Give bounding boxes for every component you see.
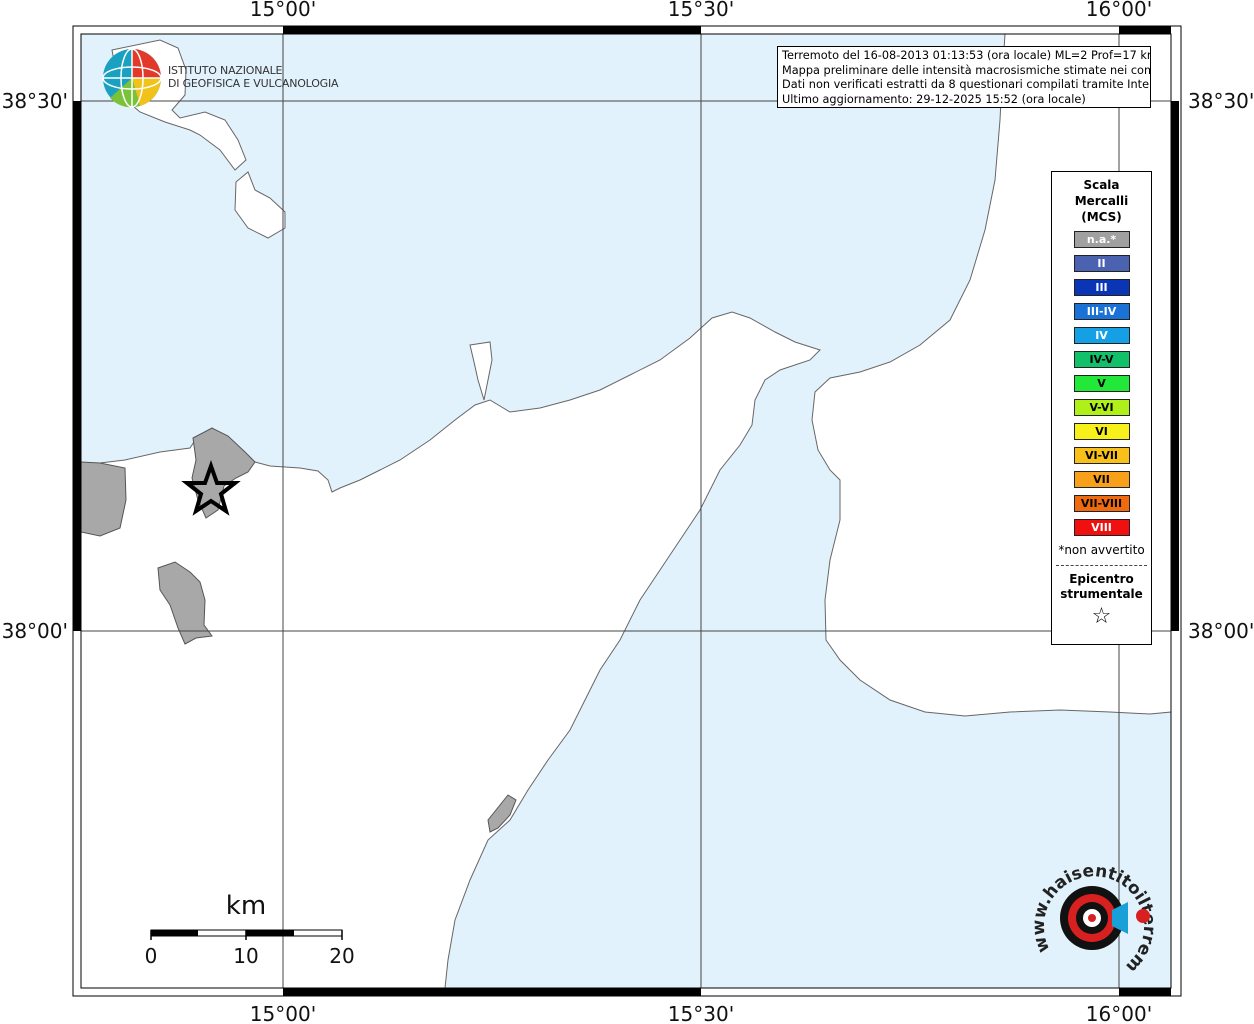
legend-title-2: Mercalli	[1074, 194, 1129, 208]
label-left-38-30: 38°30'	[2, 89, 68, 113]
label-right-38-00: 38°00'	[1188, 619, 1254, 643]
ingv-logo-icon	[102, 48, 162, 108]
info-line-1: Terremoto del 16-08-2013 01:13:53 (ora l…	[782, 49, 1151, 62]
legend-swatches: n.a.* II III III-IV IV IV-V V V-VI VI VI-VII VII VI…	[1052, 231, 1151, 536]
star-icon: ☆	[1091, 604, 1112, 629]
legend-swatch-ii: II	[1073, 255, 1130, 272]
label-top-16-00: 16°00'	[1086, 0, 1152, 21]
info-line-4: Ultimo aggiornamento: 29-12-2025 15:52 (…	[782, 92, 1086, 106]
legend-title-3: (MCS)	[1081, 210, 1122, 224]
label-right-38-30: 38°30'	[1188, 89, 1254, 113]
scale-tick-20: 20	[329, 944, 354, 968]
logo-line-2: DI GEOFISICA E VULCANOLOGIA	[168, 77, 339, 90]
legend-swatch-v: V	[1073, 375, 1130, 392]
legend-swatch-v-vi: V-VI	[1073, 399, 1130, 416]
logo-line-1: ISTITUTO NAZIONALE	[168, 64, 283, 77]
legend-swatch-viii: VIII	[1073, 519, 1130, 536]
legend-separator	[1056, 565, 1147, 566]
legend-epicenter-1: Epicentro	[1069, 572, 1134, 586]
label-bottom-15-00: 15°00'	[250, 1002, 316, 1024]
haisentito-logo-icon: www.haisentitoilterremoto.it	[1028, 858, 1158, 976]
legend-epicenter-label: Epicentro strumentale	[1052, 572, 1151, 602]
ingv-logo-text: ISTITUTO NAZIONALE DI GEOFISICA E VULCAN…	[168, 64, 339, 90]
mcs-legend: Scala Mercalli (MCS) n.a.* II III III-IV IV I…	[1051, 171, 1152, 645]
info-line-3: Dati non verificati estratti da 8 questi…	[782, 78, 1151, 91]
info-line-2: Mappa preliminare delle intensità macros…	[782, 63, 1151, 77]
scale-bar: km 0 10 20	[145, 891, 355, 968]
label-top-15-00: 15°00'	[250, 0, 316, 21]
legend-swatch-iii: III	[1073, 279, 1130, 296]
label-bottom-15-30: 15°30'	[668, 1002, 734, 1024]
legend-swatch-iii-iv: III-IV	[1073, 303, 1130, 320]
affected-area-1	[80, 461, 127, 537]
legend-swatch-vi-vii: VI-VII	[1073, 447, 1130, 464]
label-top-15-30: 15°30'	[668, 0, 734, 21]
legend-swatch-iv: IV	[1073, 327, 1130, 344]
scale-tick-0: 0	[145, 944, 158, 968]
label-bottom-16-00: 16°00'	[1086, 1002, 1152, 1024]
legend-note: *non avvertito	[1058, 543, 1145, 557]
scale-unit: km	[226, 891, 266, 921]
earthquake-info-box: Terremoto del 16-08-2013 01:13:53 (ora l…	[777, 46, 1151, 108]
legend-title: Scala Mercalli (MCS)	[1052, 177, 1151, 225]
label-left-38-00: 38°00'	[2, 619, 68, 643]
legend-title-1: Scala	[1083, 178, 1120, 192]
legend-epicenter-2: strumentale	[1060, 587, 1143, 601]
legend-swatch-vi: VI	[1073, 423, 1130, 440]
legend-swatch-vii-viii: VII-VIII	[1073, 495, 1130, 512]
legend-swatch-n-a: n.a.*	[1073, 231, 1130, 248]
scale-tick-10: 10	[233, 944, 258, 968]
legend-swatch-vii: VII	[1073, 471, 1130, 488]
legend-swatch-iv-v: IV-V	[1073, 351, 1130, 368]
